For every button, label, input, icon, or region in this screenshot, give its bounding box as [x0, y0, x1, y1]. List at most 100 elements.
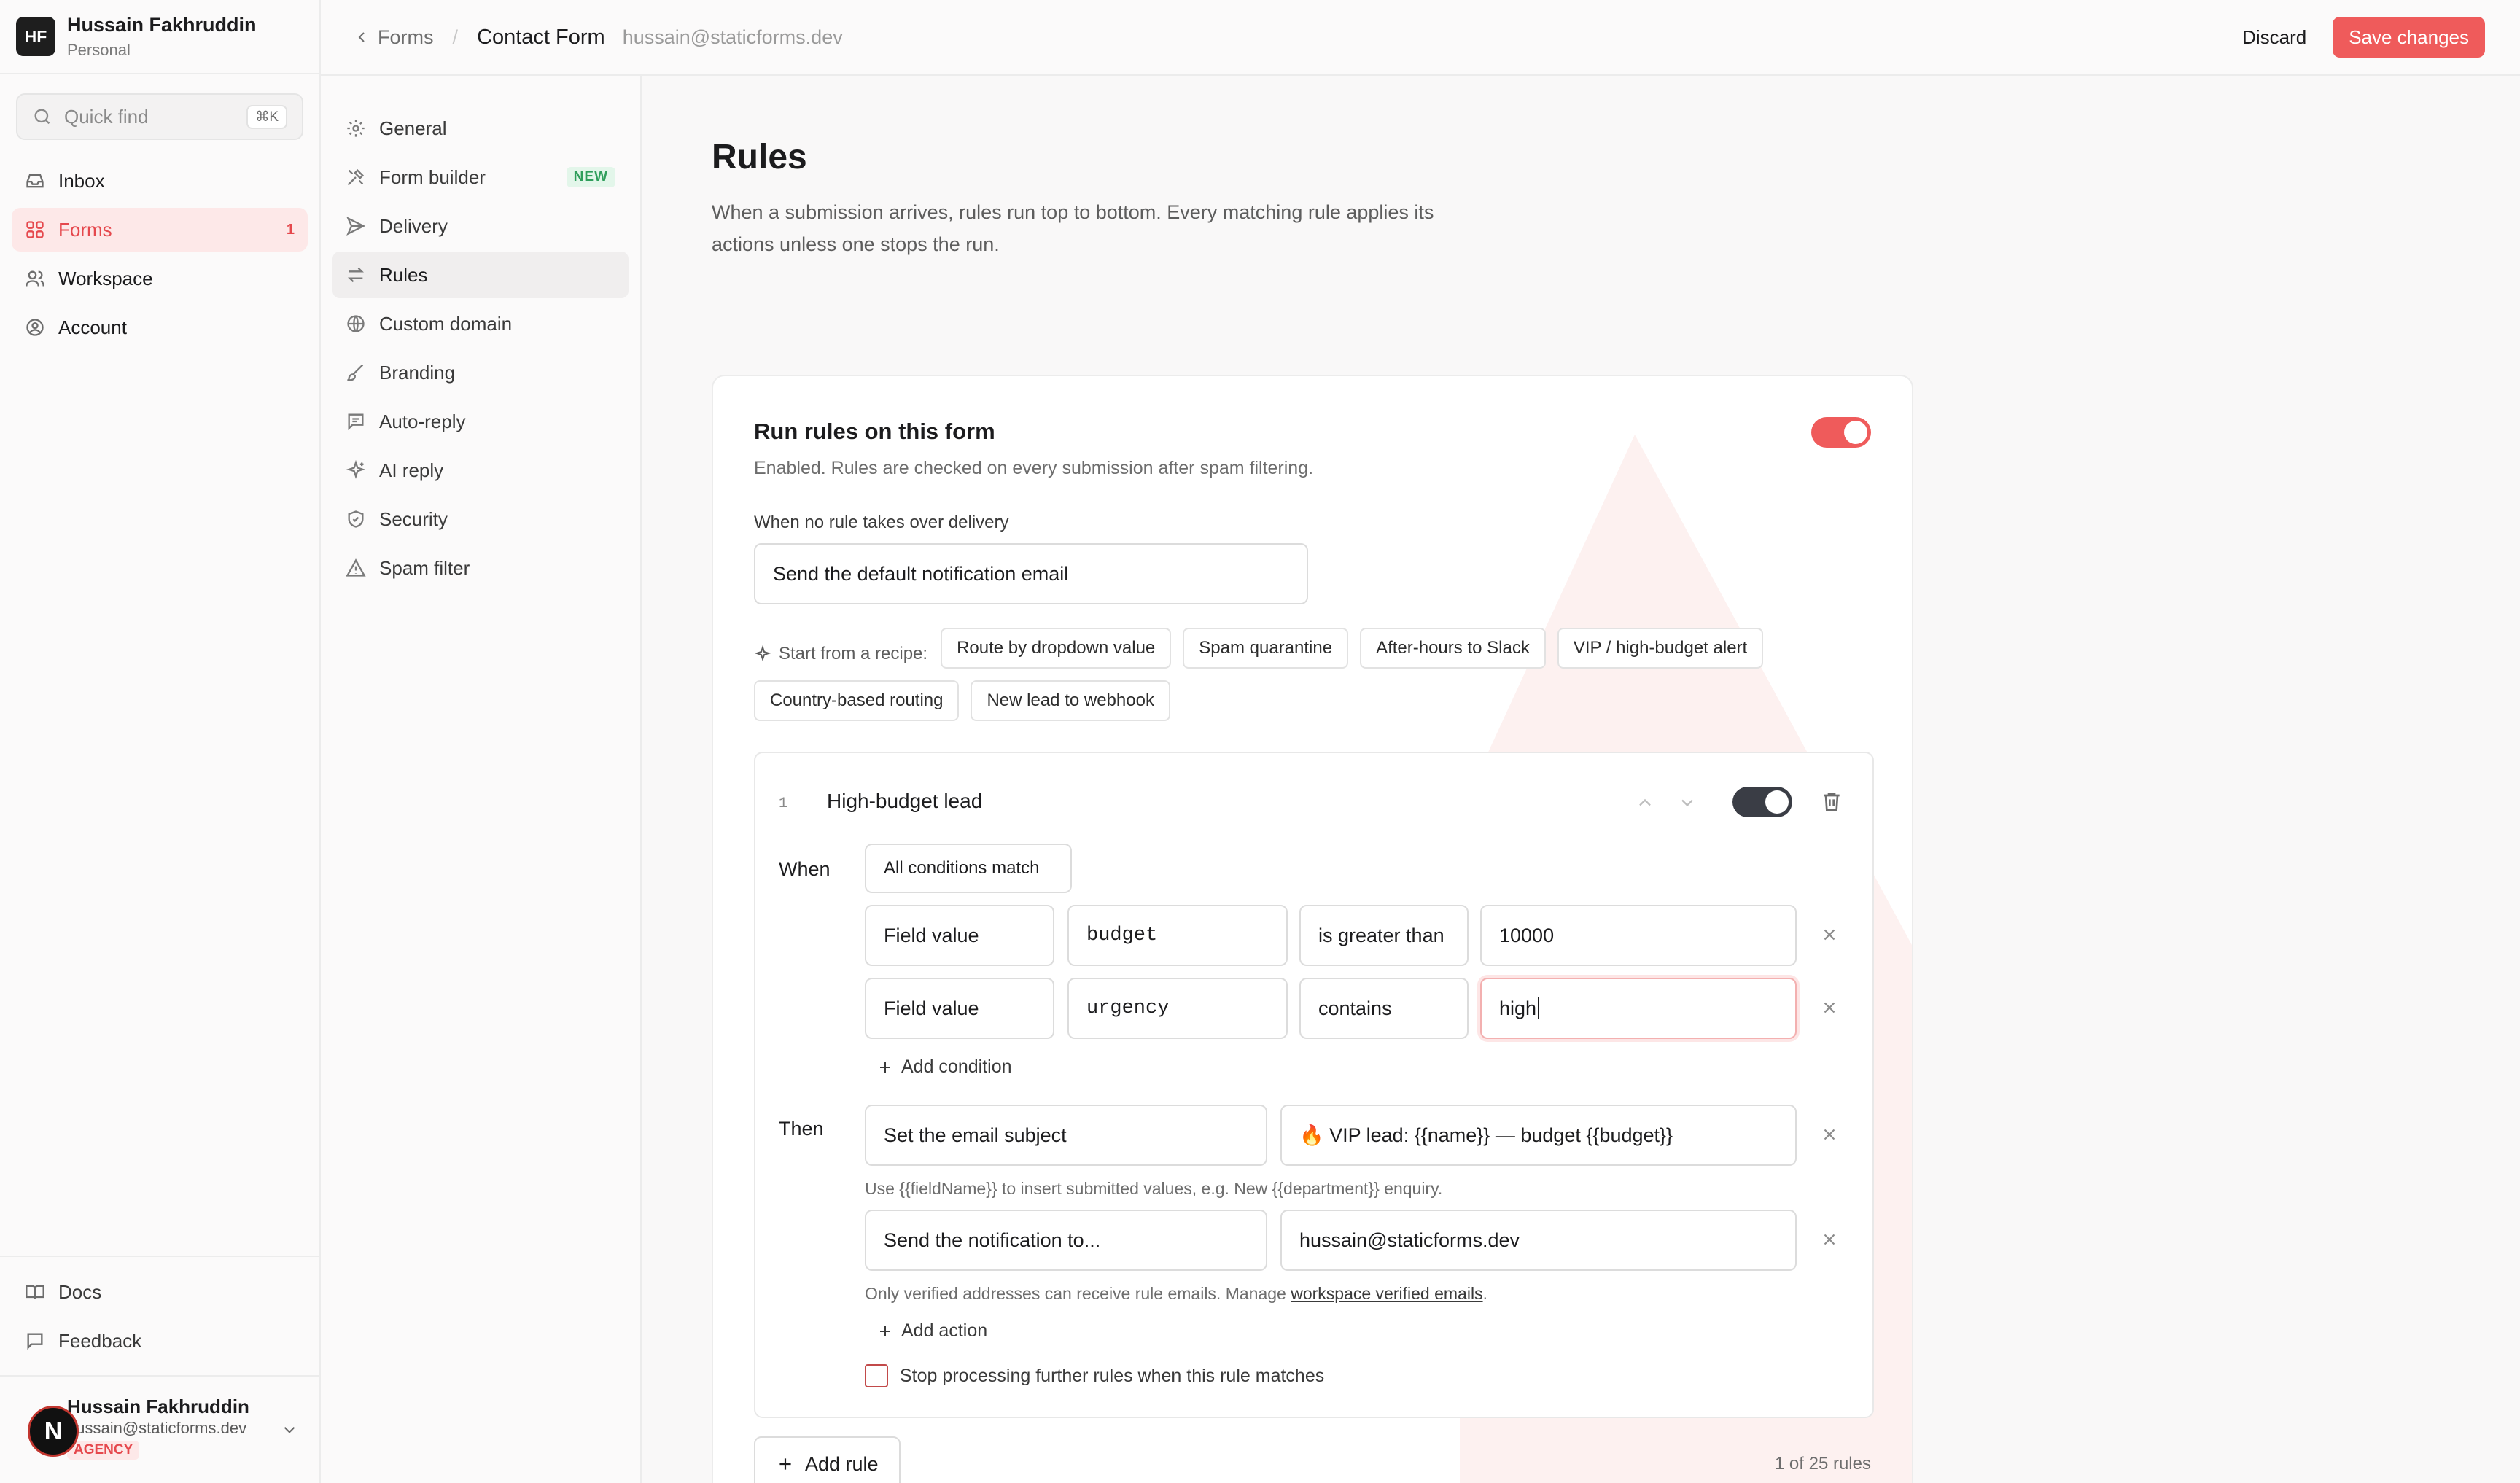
globe-icon: [347, 315, 365, 332]
save-changes-button[interactable]: Save changes: [2333, 17, 2485, 58]
recipe-chip[interactable]: Country-based routing: [754, 680, 960, 721]
add-condition-button[interactable]: Add condition: [876, 1056, 1012, 1078]
subnav-item-branding[interactable]: Branding: [332, 349, 629, 396]
recipient-hint-text: Only verified addresses can receive rule…: [865, 1284, 1291, 1303]
user-menu[interactable]: Hussain Fakhruddin hussain@staticforms.d…: [0, 1375, 319, 1483]
add-condition-label: Add condition: [901, 1056, 1012, 1077]
condition-value-input[interactable]: high: [1480, 978, 1797, 1039]
chevron-down-icon[interactable]: [280, 1420, 299, 1439]
main-nav: Inbox Forms 1 Workspace Account: [0, 159, 319, 349]
rule-enabled-toggle[interactable]: [1732, 787, 1792, 817]
condition-source-select[interactable]: Field value: [865, 905, 1054, 966]
recipe-chip[interactable]: New lead to webhook: [971, 680, 1170, 721]
subnav-item-ai-reply[interactable]: AI reply: [332, 447, 629, 494]
condition-field-input[interactable]: budget: [1068, 905, 1288, 966]
subnav-item-form-builder[interactable]: Form builder NEW: [332, 154, 629, 201]
trash-icon[interactable]: [1820, 790, 1843, 813]
new-badge: NEW: [566, 167, 615, 187]
add-action-button[interactable]: Add action: [876, 1320, 987, 1342]
sparkle-icon: [754, 645, 771, 662]
breadcrumb-current: Contact Form: [477, 25, 605, 49]
verified-emails-link[interactable]: workspace verified emails: [1291, 1284, 1482, 1303]
subject-hint: Use {{fieldName}} to insert submitted va…: [865, 1179, 1443, 1198]
recipient-hint-suffix: .: [1482, 1284, 1488, 1303]
close-icon[interactable]: [1820, 925, 1839, 944]
recipes-lead-label: Start from a recipe:: [779, 644, 928, 663]
subnav-item-rules[interactable]: Rules: [332, 252, 629, 298]
match-mode-select[interactable]: All conditions match: [865, 844, 1072, 893]
condition-field-input[interactable]: urgency: [1068, 978, 1288, 1039]
rule-name[interactable]: High-budget lead: [827, 790, 982, 813]
stop-processing-checkbox[interactable]: [865, 1364, 888, 1387]
email-subject-input[interactable]: 🔥 VIP lead: {{name}} — budget {{budget}}: [1280, 1105, 1797, 1166]
chevron-up-icon[interactable]: [1635, 793, 1655, 813]
condition-source-select[interactable]: Field value: [865, 978, 1054, 1039]
subnav-label: Auto-reply: [379, 410, 466, 432]
fallback-delivery-select[interactable]: Send the default notification email: [754, 543, 1308, 604]
message-icon: [27, 1333, 43, 1350]
nav-item-workspace[interactable]: Workspace: [12, 257, 308, 300]
arrows-icon: [348, 267, 364, 283]
condition-operator-select[interactable]: is greater than: [1299, 905, 1469, 966]
subnav-label: Form builder: [379, 166, 486, 188]
breadcrumb: Forms / Contact Form hussain@staticforms…: [353, 26, 843, 50]
quick-find[interactable]: Quick find ⌘K: [16, 93, 303, 140]
book-icon: [26, 1285, 44, 1299]
close-icon[interactable]: [1820, 998, 1839, 1017]
breadcrumb-back-label: Forms: [378, 26, 434, 48]
close-icon[interactable]: [1820, 1125, 1839, 1144]
condition-operator-select[interactable]: contains: [1299, 978, 1469, 1039]
subnav-item-auto-reply[interactable]: Auto-reply: [332, 398, 629, 445]
help-links: Docs Feedback: [0, 1256, 319, 1375]
nav-item-forms[interactable]: Forms 1: [12, 208, 308, 252]
shortcut-hint: ⌘K: [246, 104, 287, 129]
recipe-chip[interactable]: After-hours to Slack: [1360, 628, 1546, 669]
user-circle-icon: [26, 319, 44, 336]
workspace-switcher[interactable]: HF Hussain Fakhruddin Personal: [0, 0, 319, 74]
nav-item-label: Workspace: [58, 267, 153, 289]
nav-item-docs[interactable]: Docs: [12, 1270, 308, 1314]
run-rules-description: Enabled. Rules are checked on every subm…: [754, 458, 1314, 478]
form-email: hussain@staticforms.dev: [622, 26, 843, 48]
nav-item-label: Docs: [58, 1280, 102, 1303]
rule-index: 1: [779, 795, 788, 812]
action-type-select[interactable]: Send the notification to...: [865, 1210, 1267, 1271]
forms-count-badge: 1: [286, 221, 295, 238]
inbox-icon: [26, 174, 44, 188]
subnav-label: General: [379, 117, 447, 139]
chevron-down-icon[interactable]: [1677, 793, 1698, 813]
tools-icon: [347, 169, 364, 186]
then-label: Then: [779, 1118, 824, 1140]
breadcrumb-separator: /: [452, 26, 459, 48]
avatar[interactable]: N: [28, 1406, 79, 1457]
recipe-chip[interactable]: Route by dropdown value: [941, 628, 1172, 669]
close-icon[interactable]: [1820, 1230, 1839, 1249]
recipe-chip[interactable]: Spam quarantine: [1183, 628, 1349, 669]
nav-item-label: Forms: [58, 218, 112, 241]
breadcrumb-forms-link[interactable]: Forms: [353, 26, 434, 49]
rules-card: Run rules on this form Enabled. Rules ar…: [712, 375, 1913, 1483]
subnav-item-general[interactable]: General: [332, 105, 629, 152]
users-icon: [26, 270, 44, 287]
recipe-chip[interactable]: VIP / high-budget alert: [1557, 628, 1764, 669]
nav-item-account[interactable]: Account: [12, 305, 308, 349]
subnav-item-spam-filter[interactable]: Spam filter: [332, 545, 629, 591]
subnav-item-delivery[interactable]: Delivery: [332, 203, 629, 249]
plus-icon: [779, 1458, 791, 1470]
add-rule-button[interactable]: Add rule: [754, 1436, 901, 1483]
subnav-label: AI reply: [379, 459, 444, 481]
discard-button[interactable]: Discard: [2242, 26, 2306, 49]
chevron-left-icon: [358, 32, 365, 42]
run-rules-toggle[interactable]: [1811, 417, 1871, 448]
recipient-select[interactable]: hussain@staticforms.dev: [1280, 1210, 1797, 1271]
page-title: Rules: [712, 138, 807, 176]
subnav-item-custom-domain[interactable]: Custom domain: [332, 300, 629, 347]
action-type-select[interactable]: Set the email subject: [865, 1105, 1267, 1166]
recipient-hint: Only verified addresses can receive rule…: [865, 1284, 1488, 1304]
condition-value-input[interactable]: 10000: [1480, 905, 1797, 966]
subnav-label: Spam filter: [379, 556, 470, 579]
subnav-item-security[interactable]: Security: [332, 496, 629, 542]
nav-item-inbox[interactable]: Inbox: [12, 159, 308, 203]
nav-item-feedback[interactable]: Feedback: [12, 1319, 308, 1363]
reply-icon: [348, 413, 364, 431]
